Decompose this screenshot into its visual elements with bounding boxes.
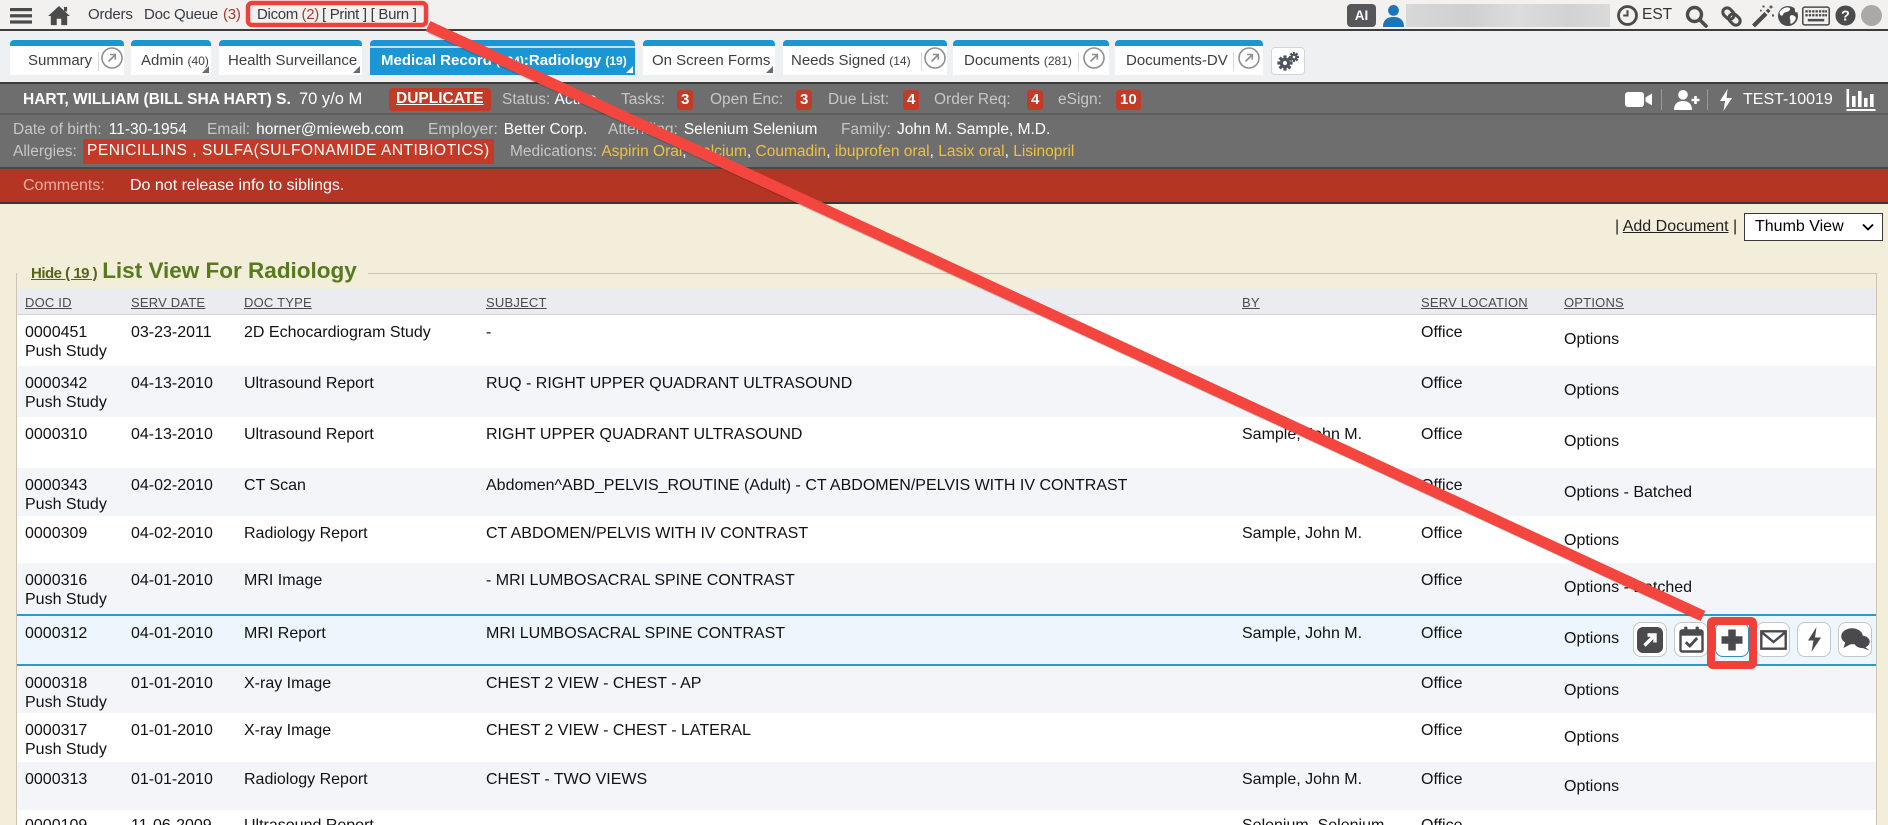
svg-text:?: ? [1841,9,1850,25]
